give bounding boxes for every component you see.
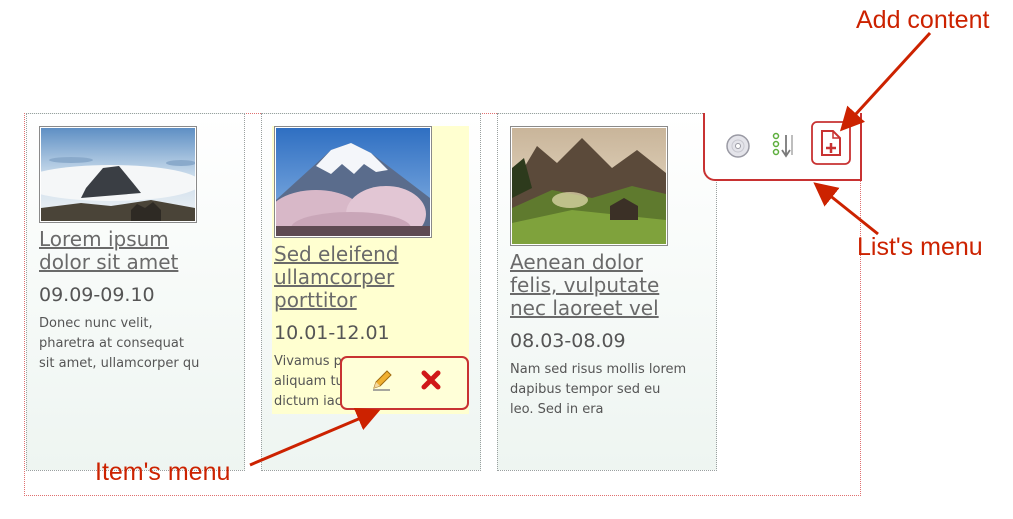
annotation-add-content: Add content bbox=[856, 6, 990, 34]
annotation-items-menu: Item's menu bbox=[95, 458, 231, 486]
annotation-lists-menu: List's menu bbox=[857, 233, 983, 261]
